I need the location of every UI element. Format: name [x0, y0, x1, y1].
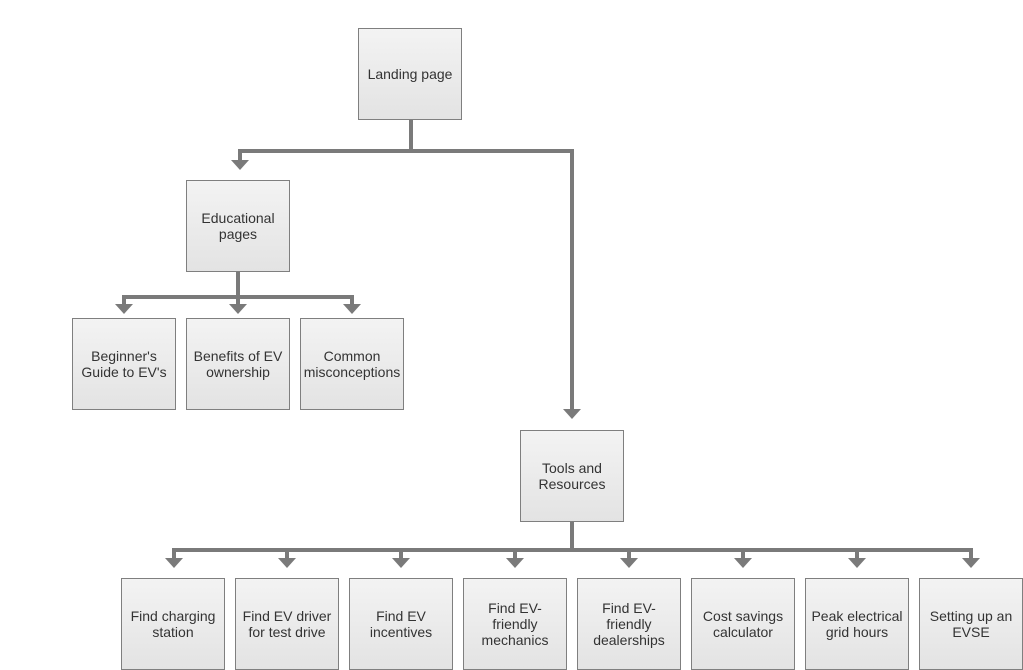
arrowhead-educational: [231, 160, 249, 170]
sitemap-diagram: Landing page Educational pages Tools and…: [0, 0, 1023, 670]
node-label: Setting up an EVSE: [929, 608, 1013, 640]
node-label: Peak electrical grid hours: [811, 608, 903, 640]
node-landing-page: Landing page: [358, 28, 462, 120]
node-label: Find EV- friendly mechanics: [481, 600, 549, 648]
node-educational-pages: Educational pages: [186, 180, 290, 272]
node-peak-electrical-grid-hours: Peak electrical grid hours: [805, 578, 909, 670]
node-common-misconceptions: Common misconceptions: [300, 318, 404, 410]
arrowhead-educational-child-2: [343, 304, 361, 314]
node-label: Beginner's Guide to EV's: [81, 348, 167, 380]
arrowhead-tools-child-3: [506, 558, 524, 568]
arrowhead-tools: [563, 409, 581, 419]
arrowhead-tools-child-5: [734, 558, 752, 568]
node-label: Landing page: [367, 66, 453, 82]
node-benefits-of-ev-ownership: Benefits of EV ownership: [186, 318, 290, 410]
node-find-ev-incentives: Find EV incentives: [349, 578, 453, 670]
node-label: Find EV- friendly dealerships: [593, 600, 665, 648]
node-label: Cost savings calculator: [702, 608, 784, 640]
arrowhead-tools-child-1: [278, 558, 296, 568]
arrowhead-tools-child-2: [392, 558, 410, 568]
arrowhead-tools-child-4: [620, 558, 638, 568]
node-label: Find EV driver for test drive: [242, 608, 332, 640]
node-label: Benefits of EV ownership: [193, 348, 283, 380]
node-label: Find charging station: [130, 608, 216, 640]
node-beginners-guide: Beginner's Guide to EV's: [72, 318, 176, 410]
node-label: Find EV incentives: [369, 608, 433, 640]
node-find-ev-friendly-mechanics: Find EV- friendly mechanics: [463, 578, 567, 670]
node-label: Educational pages: [201, 210, 275, 242]
arrowhead-tools-child-7: [962, 558, 980, 568]
node-find-ev-friendly-dealerships: Find EV- friendly dealerships: [577, 578, 681, 670]
arrowhead-educational-child-0: [115, 304, 133, 314]
node-label: Tools and Resources: [538, 460, 606, 492]
node-label: Common misconceptions: [303, 348, 401, 380]
arrowhead-educational-child-1: [229, 304, 247, 314]
arrowhead-tools-child-6: [848, 558, 866, 568]
node-cost-savings-calculator: Cost savings calculator: [691, 578, 795, 670]
node-setting-up-evse: Setting up an EVSE: [919, 578, 1023, 670]
arrowhead-tools-child-0: [165, 558, 183, 568]
node-find-charging-station: Find charging station: [121, 578, 225, 670]
node-find-ev-driver-test-drive: Find EV driver for test drive: [235, 578, 339, 670]
node-tools-and-resources: Tools and Resources: [520, 430, 624, 522]
